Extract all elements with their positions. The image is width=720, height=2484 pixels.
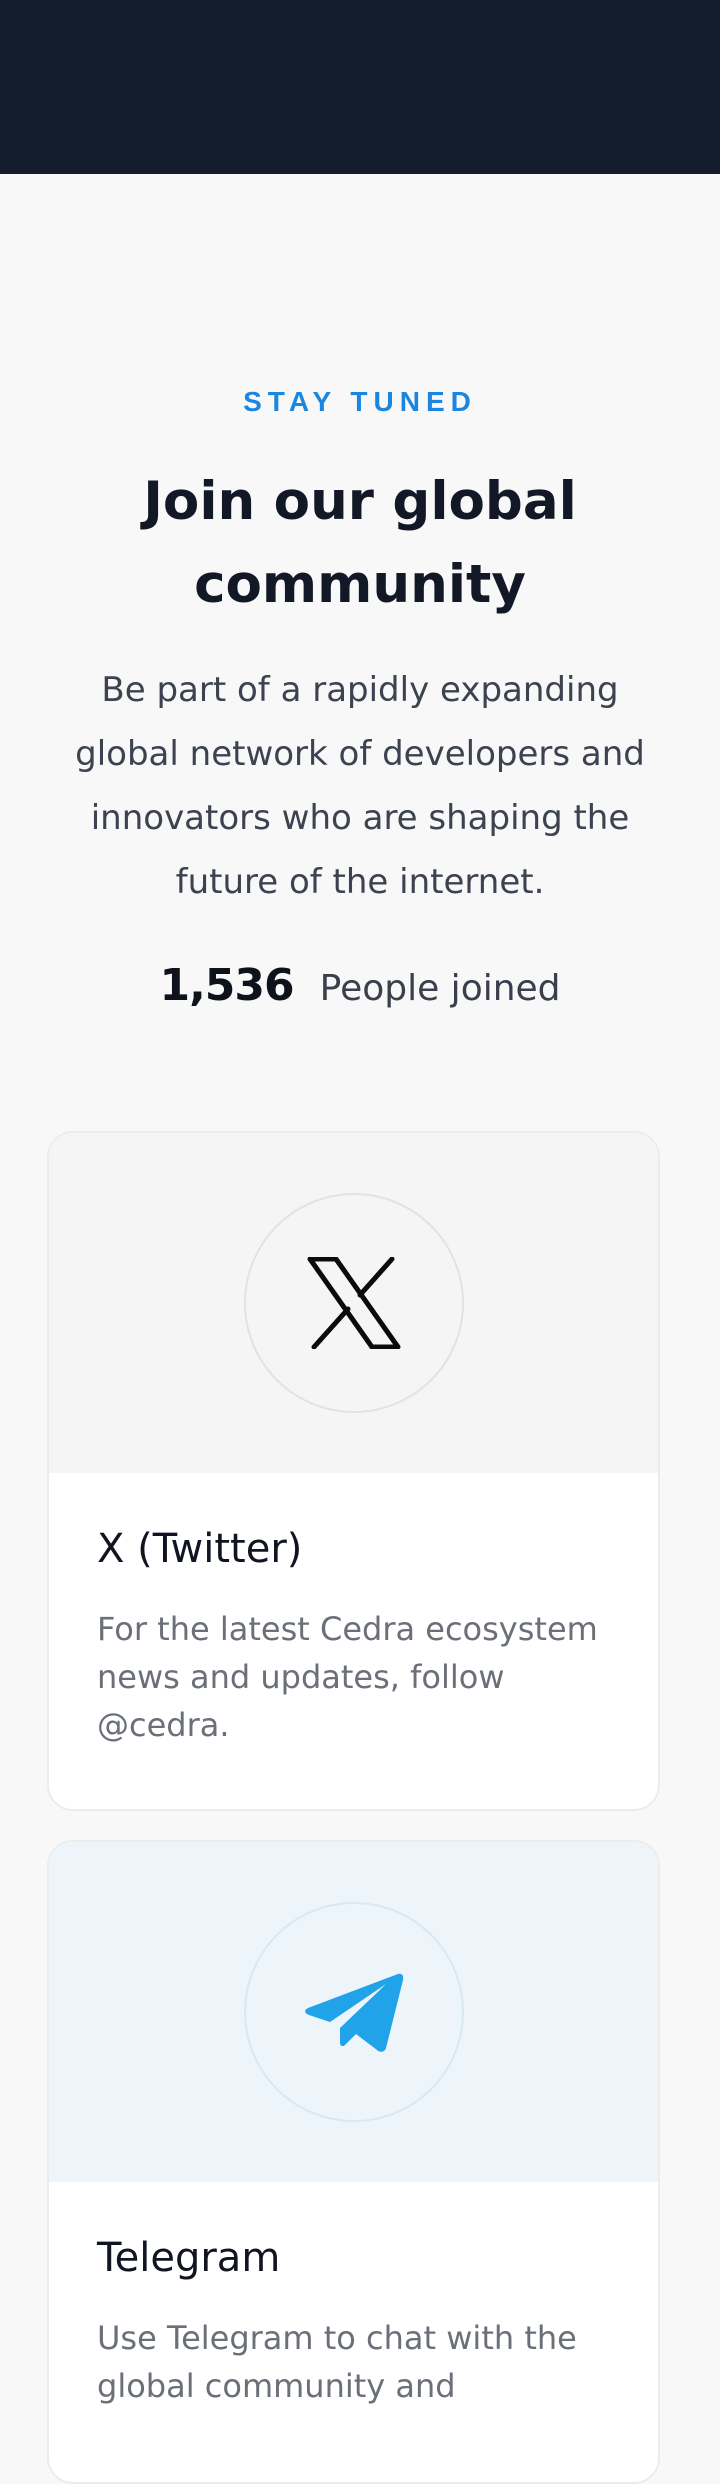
joined-label: People joined: [319, 968, 561, 1009]
x-logo-icon: [307, 1257, 400, 1349]
card-title: Telegram: [97, 2235, 281, 2281]
community-section: STAY TUNED Join our global community Be …: [0, 174, 720, 1012]
section-title: Join our global community: [143, 471, 577, 615]
card-body: Telegram Use Telegram to chat with the g…: [49, 2182, 658, 2454]
section-eyebrow: STAY TUNED: [243, 386, 477, 417]
card-description: Use Telegram to chat with the global com…: [97, 2319, 577, 2405]
card-body: X (Twitter) For the latest Cedra ecosyst…: [49, 1473, 658, 1793]
telegram-plane-icon: [304, 1973, 403, 2052]
card-description: For the latest Cedra ecosystem news and …: [97, 1610, 598, 1744]
joined-counter: 1,536 People joined: [0, 960, 720, 1011]
telegram-card[interactable]: Telegram Use Telegram to chat with the g…: [47, 1840, 660, 2484]
icon-circle: [243, 1902, 464, 2122]
card-icon-area: [49, 1133, 658, 1473]
joined-count: 1,536: [159, 960, 294, 1011]
card-title: X (Twitter): [97, 1526, 303, 1572]
x-twitter-card[interactable]: X (Twitter) For the latest Cedra ecosyst…: [47, 1131, 660, 1811]
top-navigation-bar: [0, 0, 720, 174]
section-subtitle: Be part of a rapidly expanding global ne…: [75, 670, 645, 902]
icon-circle: [243, 1193, 464, 1413]
card-icon-area: [49, 1842, 658, 2182]
